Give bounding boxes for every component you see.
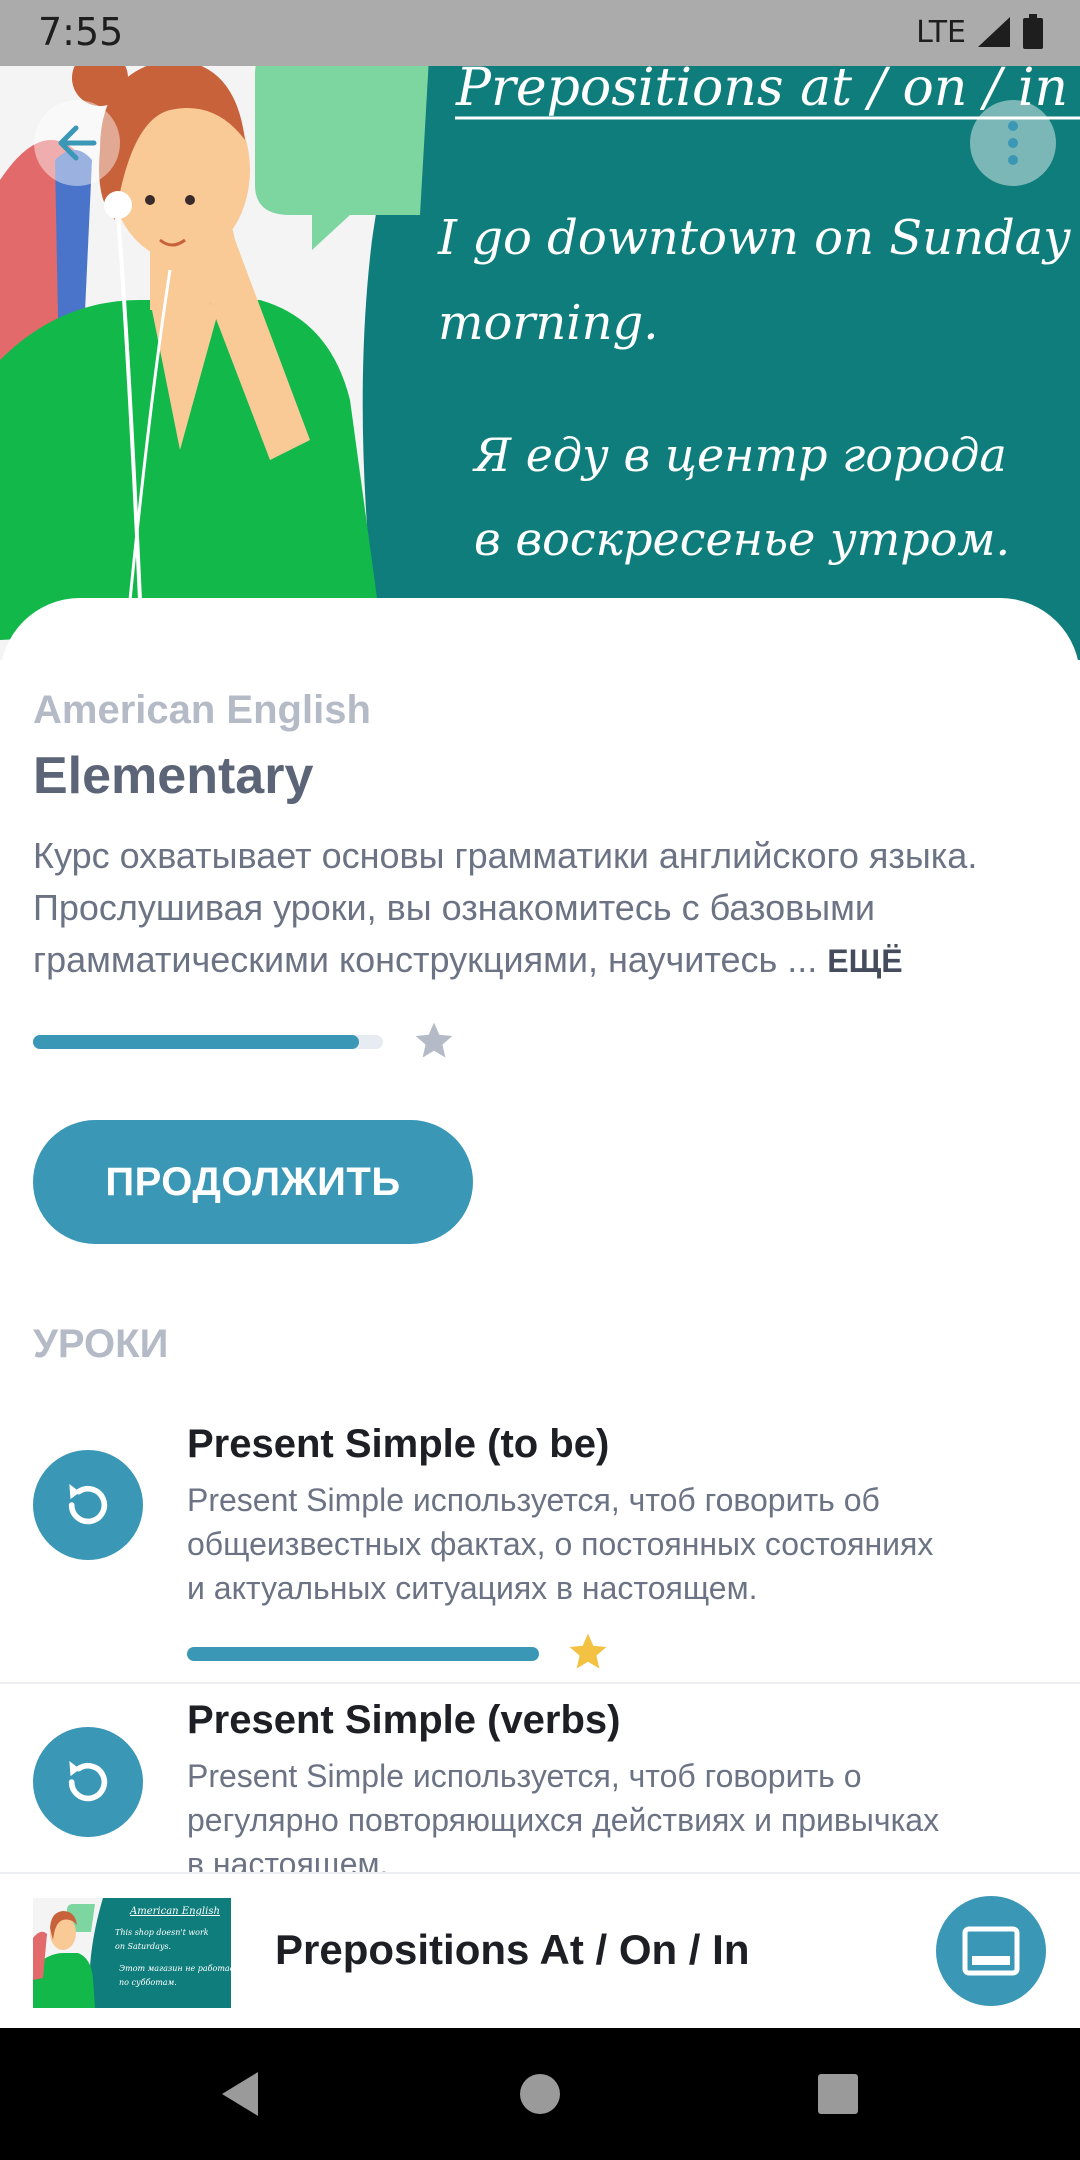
course-description: Курс охватывает основы грамматики англий… bbox=[33, 830, 1043, 987]
back-button[interactable] bbox=[34, 100, 120, 186]
replay-icon bbox=[68, 1761, 108, 1802]
lesson-item[interactable]: Present Simple (to be) Present Simple ис… bbox=[0, 1400, 1080, 1682]
mini-player-thumbnail: American English This shop doesn't work … bbox=[33, 1898, 231, 2008]
lesson-progress-fill bbox=[187, 1647, 539, 1661]
replay-button[interactable] bbox=[33, 1450, 143, 1560]
course-description-line3: грамматическими конструкциями, научитесь… bbox=[33, 939, 903, 980]
replay-icon bbox=[68, 1484, 108, 1525]
star-icon bbox=[569, 1633, 607, 1669]
lessons-section-title: УРОКИ bbox=[33, 1322, 169, 1366]
more-options-button[interactable] bbox=[970, 100, 1056, 186]
lesson-progress-bar bbox=[187, 1647, 539, 1661]
thumbnail-line3: Этот магазин не работает bbox=[119, 1964, 231, 1973]
hero-example-en-line2: morning. bbox=[438, 295, 659, 351]
more-vert-icon bbox=[1008, 121, 1018, 165]
lesson-description: Present Simple используется, чтоб говори… bbox=[187, 1758, 940, 1872]
thumbnail-title: American English bbox=[130, 1906, 220, 1917]
hero-example-ru-line1: Я еду в центр города bbox=[474, 428, 1007, 482]
signal-icon bbox=[978, 17, 1010, 47]
thumbnail-line2: on Saturdays. bbox=[115, 1942, 172, 1951]
course-dialect: American English bbox=[33, 688, 371, 732]
system-nav-bar bbox=[0, 2028, 1080, 2160]
course-description-line1: Курс охватывает основы грамматики англий… bbox=[33, 835, 978, 876]
lesson-item[interactable]: Present Simple (verbs) Present Simple ис… bbox=[0, 1684, 1080, 1872]
network-type: LTE bbox=[916, 14, 966, 50]
status-bar: 7:55 LTE bbox=[0, 0, 1080, 66]
open-player-button[interactable] bbox=[936, 1896, 1046, 2006]
lesson-title: Present Simple (to be) bbox=[187, 1422, 610, 1466]
nav-back-icon[interactable] bbox=[218, 2070, 262, 2118]
thumbnail-line4: по субботам. bbox=[119, 1978, 177, 1987]
course-level: Elementary bbox=[33, 747, 314, 805]
thumbnail-line1: This shop doesn't work bbox=[115, 1928, 209, 1937]
hero-title: Prepositions at / on / in bbox=[456, 58, 1069, 118]
course-progress-bar bbox=[33, 1035, 383, 1049]
course-progress-fill bbox=[33, 1035, 359, 1049]
nav-recents-icon[interactable] bbox=[818, 2074, 858, 2114]
lesson-description: Present Simple используется, чтоб говори… bbox=[187, 1482, 934, 1606]
hero-illustration: Prepositions at / on / in I go downtown … bbox=[0, 0, 1080, 660]
lesson-title: Present Simple (verbs) bbox=[187, 1698, 621, 1742]
more-link[interactable]: ЕЩЁ bbox=[827, 943, 902, 979]
hero-example-ru-line2: в воскресенье утром. bbox=[474, 512, 1011, 566]
player-icon bbox=[962, 1926, 1020, 1976]
continue-button[interactable]: ПРОДОЛЖИТЬ bbox=[33, 1120, 473, 1244]
arrow-back-icon bbox=[58, 125, 97, 161]
mini-player[interactable]: American English This shop doesn't work … bbox=[0, 1872, 1080, 2030]
hero-example-en-line1: I go downtown on Sunday bbox=[438, 210, 1071, 266]
status-time: 7:55 bbox=[38, 10, 124, 54]
replay-button[interactable] bbox=[33, 1727, 143, 1837]
mini-player-title: Prepositions At / On / In bbox=[275, 1926, 750, 1973]
star-icon bbox=[415, 1022, 453, 1058]
battery-icon bbox=[1023, 14, 1043, 49]
course-description-line2: Прослушивая уроки, вы ознакомитесь с баз… bbox=[33, 887, 875, 928]
status-icons: LTE bbox=[916, 14, 1044, 50]
nav-home-icon[interactable] bbox=[519, 2073, 561, 2115]
